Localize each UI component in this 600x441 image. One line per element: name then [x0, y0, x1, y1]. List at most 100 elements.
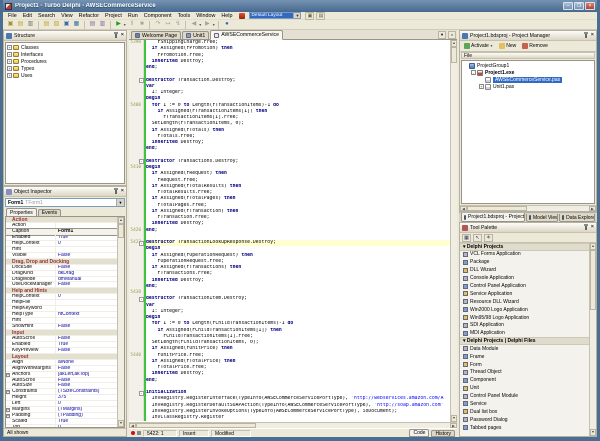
pin-icon[interactable]: [585, 33, 587, 38]
close-icon[interactable]: ×: [591, 33, 594, 38]
menu-item-run[interactable]: Run: [125, 12, 141, 20]
property-value[interactable]: (TMargins): [56, 407, 117, 412]
categories-button[interactable]: ▦: [462, 234, 471, 242]
property-value[interactable]: Form1: [56, 229, 117, 234]
palette-item-console-application[interactable]: Console Application: [460, 274, 589, 282]
palette-item-tabbed-pages[interactable]: Tabbed pages: [460, 424, 589, 432]
code-fold-icon[interactable]: -: [139, 159, 144, 164]
property-grid-scrollbar[interactable]: ▲ ▼: [117, 217, 124, 427]
tab-history[interactable]: History: [431, 430, 455, 437]
dock-tab-data-explorer[interactable]: Data Explorer: [559, 214, 595, 222]
title-bar[interactable]: Project1 - Turbo Delphi - AWSECommerceSe…: [3, 0, 597, 12]
object-selector-combo[interactable]: Form1 TForm1 ▼: [5, 198, 125, 207]
scroll-right-icon[interactable]: ▶: [589, 206, 596, 211]
chevron-down-icon[interactable]: ▼: [212, 23, 215, 27]
palette-item-form[interactable]: Form: [460, 361, 589, 369]
palette-item-thread-object[interactable]: Thread Object: [460, 368, 589, 376]
property-value[interactable]: 0: [56, 425, 117, 427]
close-icon[interactable]: ×: [121, 33, 124, 38]
menu-item-help[interactable]: Help: [218, 12, 235, 20]
property-value[interactable]: 375: [56, 395, 117, 400]
palette-item-data-module[interactable]: Data Module: [460, 345, 589, 353]
menu-item-tools[interactable]: Tools: [175, 12, 194, 20]
chevron-down-icon[interactable]: ▼: [116, 199, 124, 206]
property-value[interactable]: False: [56, 336, 117, 341]
property-value[interactable]: False: [56, 324, 117, 329]
expand-icon[interactable]: +: [7, 66, 12, 71]
pin-icon[interactable]: [115, 33, 117, 38]
menu-item-component[interactable]: Component: [141, 12, 175, 20]
property-value[interactable]: [akLeft,akTop]: [56, 372, 117, 377]
palette-item-mdi-application[interactable]: MDI Application: [460, 329, 589, 337]
delete-layout-button[interactable]: ▤: [316, 12, 325, 20]
palette-item-control-panel-module[interactable]: Control Panel Module: [460, 392, 589, 400]
expand-icon[interactable]: +: [6, 373, 10, 377]
property-value[interactable]: True: [56, 342, 117, 347]
palette-item-dual-list-box[interactable]: Dual list box: [460, 408, 589, 416]
menu-item-window[interactable]: Window: [193, 12, 218, 20]
close-icon[interactable]: ×: [121, 189, 124, 194]
project-tree-item[interactable]: +Unit1.pas: [462, 83, 594, 90]
minimize-button[interactable]: –: [563, 2, 573, 10]
property-value[interactable]: False: [56, 366, 117, 371]
project-manager-header[interactable]: Project1.bdsproj - Project Manager ×: [460, 31, 596, 41]
project-tree-item[interactable]: AWSECommerceService.pas: [462, 76, 594, 83]
page-list-dropdown[interactable]: ▼: [438, 31, 446, 39]
palette-item-control-panel-application[interactable]: Control Panel Application: [460, 282, 589, 290]
property-value[interactable]: dmManual: [56, 277, 117, 282]
run-to-cursor-icon[interactable]: ↯: [173, 20, 182, 29]
code-editor[interactable]: 5390 FShippingCharge.Free; if Assigned(F…: [129, 40, 457, 422]
close-page-button[interactable]: ×: [448, 31, 456, 39]
add-file-icon[interactable]: ▧: [52, 20, 61, 29]
scroll-down-icon[interactable]: ▼: [590, 429, 596, 436]
expand-icon[interactable]: [463, 63, 468, 68]
property-value[interactable]: 0: [56, 294, 117, 299]
palette-item-frame[interactable]: Frame: [460, 353, 589, 361]
expand-icon[interactable]: +: [7, 52, 12, 57]
new-button[interactable]: New: [497, 42, 518, 51]
forward-icon[interactable]: ▶: [203, 20, 212, 29]
expand-icon[interactable]: [479, 77, 484, 82]
dock-tab-project-manager[interactable]: Project1.bdsproj - Project M...: [461, 213, 525, 222]
property-value[interactable]: False: [56, 282, 117, 287]
menu-item-refactor[interactable]: Refactor: [76, 12, 102, 20]
project-tree-item[interactable]: ProjectGroup1: [462, 62, 594, 69]
tab-code[interactable]: Code: [409, 429, 429, 437]
menu-item-project[interactable]: Project: [102, 12, 125, 20]
code-text[interactable]: InvClassRegistry.Register: [146, 415, 450, 421]
activate-button[interactable]: Activate ▼: [462, 42, 495, 51]
palette-item-sdi-application[interactable]: SDI Application: [460, 322, 589, 330]
code-fold-icon[interactable]: -: [139, 297, 144, 302]
pin-icon[interactable]: [585, 225, 587, 230]
help-insight-icon[interactable]: ●: [222, 20, 231, 29]
scroll-up-icon[interactable]: ▲: [118, 217, 124, 224]
menu-item-file[interactable]: File: [5, 12, 20, 20]
property-value[interactable]: False: [56, 383, 117, 388]
property-value[interactable]: dkDrag: [56, 271, 117, 276]
structure-item-interfaces[interactable]: +Interfaces: [6, 51, 124, 58]
editor-vscrollbar[interactable]: ▲ ▼: [450, 40, 457, 422]
editor-tab-welcome-page[interactable]: Welcome Page: [131, 31, 181, 39]
object-inspector-header[interactable]: Object Inspector ×: [4, 187, 126, 197]
property-value[interactable]: (TSizeConstraints): [56, 389, 117, 394]
code-line[interactable]: InvClassRegistry.Register: [129, 415, 450, 421]
structure-item-types[interactable]: +Types: [6, 65, 124, 72]
scroll-down-icon[interactable]: ▼: [118, 420, 124, 427]
property-row-top[interactable]: Top0: [6, 425, 117, 427]
save-icon[interactable]: ▣: [62, 20, 71, 29]
structure-panel-header[interactable]: Structure ×: [4, 31, 126, 41]
expand-icon[interactable]: +: [7, 73, 12, 78]
maximize-button[interactable]: ❐: [574, 2, 584, 10]
palette-category[interactable]: ▾ Delphi Projects: [460, 243, 589, 251]
palette-item-win95-98-logo-application[interactable]: Win95/98 Logo Application: [460, 314, 589, 322]
open-file-icon[interactable]: ▤: [16, 20, 25, 29]
tool-palette-header[interactable]: Tool Palette ×: [460, 223, 596, 233]
property-value[interactable]: [56, 247, 117, 252]
property-value[interactable]: htContext: [56, 312, 117, 317]
desktop-layout-combo[interactable]: Default Layout ▼: [249, 12, 301, 19]
project-manager-hscrollbar[interactable]: ◀ ▶: [460, 205, 596, 211]
pin-icon[interactable]: [115, 189, 117, 194]
code-fold-icon[interactable]: -: [139, 241, 144, 246]
palette-item-password-dialog[interactable]: Password Dialog: [460, 416, 589, 424]
property-value[interactable]: False: [56, 348, 117, 353]
